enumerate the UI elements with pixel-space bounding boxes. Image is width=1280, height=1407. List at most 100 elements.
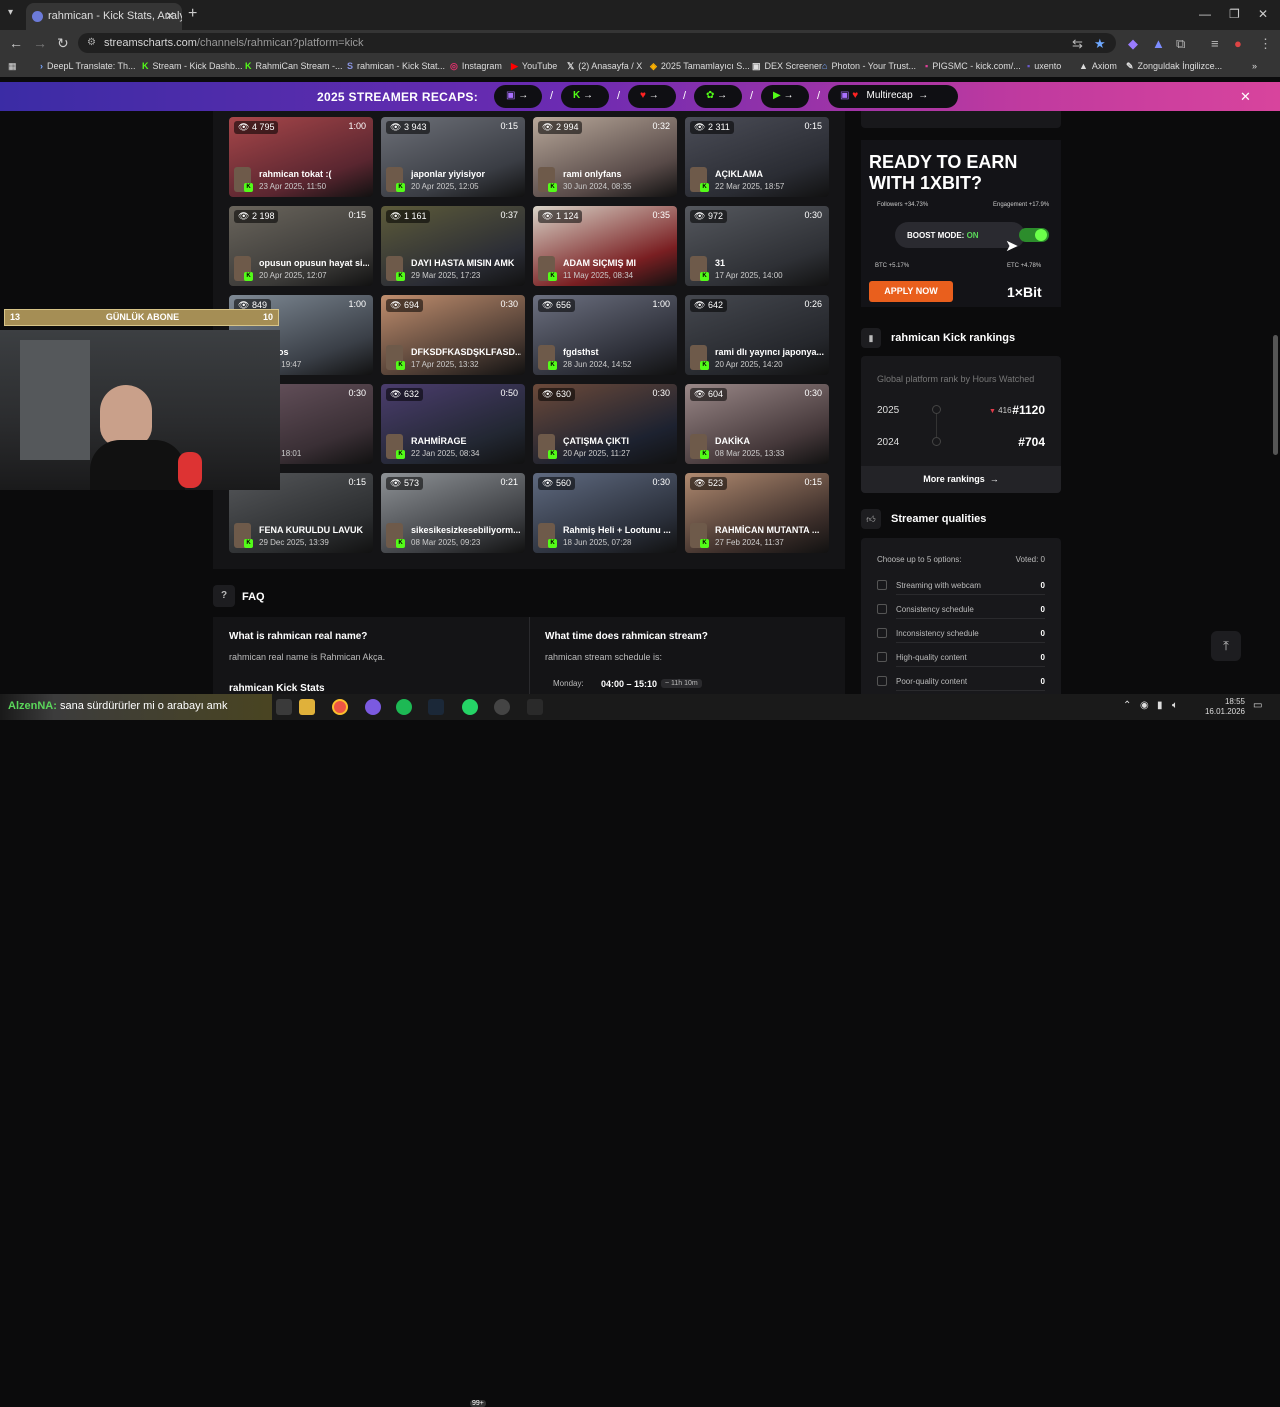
browser-menu-icon[interactable]: ⋮ bbox=[1259, 36, 1272, 52]
1xbit-ad[interactable]: READY TO EARN WITH 1XBIT? Followers +34.7… bbox=[861, 140, 1061, 307]
clip-title: DFKSDFKASDŞKLFASD... bbox=[411, 347, 521, 357]
quality-checkbox[interactable] bbox=[877, 628, 887, 638]
back-arrow-icon[interactable]: ← bbox=[9, 35, 23, 51]
qualities-voted: Voted: 0 bbox=[1015, 555, 1045, 564]
extension-triangle-icon[interactable]: ▲ bbox=[1152, 36, 1165, 51]
reading-list-icon[interactable]: ≡ bbox=[1211, 36, 1219, 51]
bookmark-item[interactable]: ✎ Zonguldak İngilizce... bbox=[1126, 61, 1222, 72]
taskbar-clock[interactable]: 18:55 16.01.2026 bbox=[1195, 697, 1245, 717]
spotify-icon[interactable] bbox=[396, 699, 412, 715]
tab-close-icon[interactable]: ✕ bbox=[165, 9, 175, 23]
forward-arrow-icon[interactable]: → bbox=[33, 35, 47, 51]
clip-card[interactable]: 👁︎ 604 0:30 K DAKİKA 08 Mar 2025, 13:33 bbox=[685, 384, 829, 464]
clip-card[interactable]: 👁︎ 694 0:30 K DFKSDFKASDŞKLFASD... 17 Apr 20… bbox=[381, 295, 525, 375]
clip-card[interactable]: 👁︎ 2 994 0:32 Krami onlyfans 30 Jun 2024, 0… bbox=[533, 117, 677, 197]
quality-checkbox[interactable] bbox=[877, 676, 887, 686]
bookmark-item[interactable]: K RahmiCan Stream -... bbox=[245, 61, 343, 71]
reload-icon[interactable]: ↻ bbox=[57, 35, 69, 52]
minimize-icon[interactable]: — bbox=[1199, 7, 1211, 21]
page-scrollbar[interactable] bbox=[1273, 335, 1278, 455]
recap-youtube-button[interactable]: ♥ → bbox=[628, 85, 676, 108]
quality-checkbox[interactable] bbox=[877, 604, 887, 614]
bookmark-item[interactable]: › DeepL Translate: Th... bbox=[40, 61, 136, 71]
bookmark-item[interactable]: ◈ 2025 Tamamlayıcı S... bbox=[650, 61, 750, 72]
faq-question[interactable]: What time does rahmican stream? bbox=[545, 631, 708, 642]
url-input[interactable]: ⚙ streamscharts.com/channels/rahmican?pl… bbox=[78, 33, 1116, 53]
tray-network-icon[interactable]: ◉ bbox=[1140, 700, 1149, 711]
discord-icon[interactable] bbox=[365, 699, 381, 715]
clip-card[interactable]: 👁︎ 972 0:30 K 31 17 Apr 2025, 14:00 bbox=[685, 206, 829, 286]
site-info-icon[interactable]: ⚙ bbox=[87, 37, 96, 48]
taskbar-app-icon[interactable] bbox=[276, 699, 292, 715]
bookmark-item[interactable]: 𝕏 (2) Anasayfa / X bbox=[567, 61, 642, 72]
extension-icon[interactable]: ◆ bbox=[1128, 36, 1138, 52]
bookmark-item[interactable]: ▲ Axiom bbox=[1079, 61, 1117, 71]
kick-logo-icon: K bbox=[396, 539, 405, 548]
close-window-icon[interactable]: ✕ bbox=[1258, 7, 1268, 21]
bookmark-item[interactable]: ▪ PIGSMC - kick.com/... bbox=[925, 61, 1021, 71]
chrome-icon[interactable] bbox=[332, 699, 348, 715]
bookmark-star-icon[interactable]: ★ bbox=[1094, 36, 1106, 52]
bookmark-item[interactable]: Srahmican - Kick Stat... bbox=[347, 61, 445, 71]
tab-search-chevron-icon[interactable]: ▾ bbox=[8, 7, 13, 18]
faq-question[interactable]: What is rahmican real name? bbox=[229, 631, 367, 642]
whatsapp-icon[interactable] bbox=[462, 699, 478, 715]
recap-rumble-button[interactable]: ✿ → bbox=[694, 85, 742, 108]
bookmark-item[interactable]: ◎ Instagram bbox=[450, 61, 502, 72]
recap-promo-banner: 2025 STREAMER RECAPS: ▣ → / K → / ♥ → / … bbox=[0, 82, 1280, 111]
promo-close-icon[interactable]: ✕ bbox=[1240, 89, 1251, 105]
tray-chevron-icon[interactable]: ⌃ bbox=[1123, 700, 1131, 711]
clip-duration: 0:15 bbox=[348, 210, 366, 220]
qualities-card: Choose up to 5 options: Voted: 0 Streami… bbox=[861, 538, 1061, 698]
clip-card[interactable]: 👁︎ 632 0:50 K RAHMİRAGE 22 Jan 2025, 08:34 bbox=[381, 384, 525, 464]
recap-twitch-button[interactable]: ▣ → bbox=[494, 85, 542, 108]
clip-views: 👁︎ 1 161 bbox=[386, 210, 431, 223]
clip-card[interactable]: 👁︎ 1 161 0:37 K DAYI HASTA MISIN AMK 29 Mar … bbox=[381, 206, 525, 286]
clip-card[interactable]: 👁︎ 523 0:15 K RAHMİCAN MUTANTA ... 27 Feb 20… bbox=[685, 473, 829, 553]
recap-kick-button[interactable]: K → bbox=[561, 85, 609, 108]
steam-icon[interactable] bbox=[428, 699, 444, 715]
clip-card[interactable]: 👁︎ 573 0:21 Ksikesikesizkesebiliyorm... 08 … bbox=[381, 473, 525, 553]
epic-games-icon[interactable] bbox=[527, 699, 543, 715]
clip-card[interactable]: 👁︎ 1 124 0:35 K ADAM SIÇMIŞ MI 11 May 2025, … bbox=[533, 206, 677, 286]
bookmark-item[interactable]: ▶ YouTube bbox=[511, 61, 557, 72]
clip-date: 17 Apr 2025, 13:32 bbox=[411, 360, 479, 369]
more-bookmarks-icon[interactable]: » bbox=[1252, 61, 1257, 71]
faq-question[interactable]: rahmican Kick Stats bbox=[229, 683, 325, 694]
clip-card[interactable]: 👁︎ 2 198 0:15 Kopusun opusun hayat si... 20… bbox=[229, 206, 373, 286]
clip-card[interactable]: 👁︎ 2 311 0:15 K AÇIKLAMA 22 Mar 2025, 18:57 bbox=[685, 117, 829, 197]
quality-checkbox[interactable] bbox=[877, 652, 887, 662]
clip-card[interactable]: 👁︎ 4 795 1:00 Krahmican tokat :(23 Apr 202… bbox=[229, 117, 373, 197]
quality-divider bbox=[896, 666, 1045, 667]
bookmark-item[interactable]: K Stream - Kick Dashb... bbox=[142, 61, 243, 71]
clip-title: japonlar yiyisiyor bbox=[411, 169, 486, 179]
bookmark-item[interactable]: ▣ DEX Screener bbox=[752, 61, 822, 72]
multirecap-button[interactable]: ▣ ♥ Multirecap → bbox=[828, 85, 958, 108]
ad-apply-button[interactable]: APPLY NOW bbox=[869, 281, 953, 302]
extensions-puzzle-icon[interactable]: ⧉ bbox=[1176, 36, 1185, 52]
new-tab-plus-icon[interactable]: + bbox=[188, 5, 197, 23]
bookmark-item[interactable]: ▪ uxento bbox=[1027, 61, 1061, 71]
browser-tab-active[interactable]: rahmican - Kick Stats, Analy ✕ bbox=[26, 3, 182, 30]
clip-card[interactable]: 👁︎ 656 1:00 Kfgdsthst 28 Jun 2024, 14:52 bbox=[533, 295, 677, 375]
scroll-to-top-button[interactable]: ⤒ bbox=[1211, 631, 1241, 661]
tray-volume-icon[interactable]: 🔈︎ bbox=[1172, 700, 1178, 711]
recap-play-button[interactable]: ▶ → bbox=[761, 85, 809, 108]
quality-checkbox[interactable] bbox=[877, 580, 887, 590]
clip-card[interactable]: 👁︎ 3 943 0:15 Kjaponlar yiyisiyor 20 Apr 20… bbox=[381, 117, 525, 197]
quality-label: Consistency schedule bbox=[896, 605, 974, 614]
translate-icon[interactable]: ⇆ bbox=[1072, 36, 1083, 52]
more-rankings-button[interactable]: More rankings → bbox=[861, 466, 1061, 493]
obs-icon[interactable] bbox=[494, 699, 510, 715]
tray-mic-icon[interactable]: ▮ bbox=[1157, 700, 1163, 711]
maximize-icon[interactable]: ❐ bbox=[1229, 7, 1240, 21]
clip-card[interactable]: 👁︎ 642 0:26 Krami dlı yayıncı japonya... 20… bbox=[685, 295, 829, 375]
clip-card[interactable]: 👁︎ 630 0:30 K ÇATIŞMA ÇIKTI 20 Apr 2025, 11:… bbox=[533, 384, 677, 464]
quality-count: 0 bbox=[1040, 677, 1045, 686]
bookmark-item[interactable]: ⌂ Photon - Your Trust... bbox=[822, 61, 916, 71]
notifications-icon[interactable]: ▭ bbox=[1253, 700, 1262, 711]
profile-avatar-icon[interactable]: ● bbox=[1234, 36, 1242, 51]
apps-grid-icon[interactable]: ▦ bbox=[8, 61, 17, 72]
file-explorer-icon[interactable] bbox=[299, 699, 315, 715]
clip-card[interactable]: 👁︎ 560 0:30 K Rahmiş Heli + Lootunu ... 18 J… bbox=[533, 473, 677, 553]
